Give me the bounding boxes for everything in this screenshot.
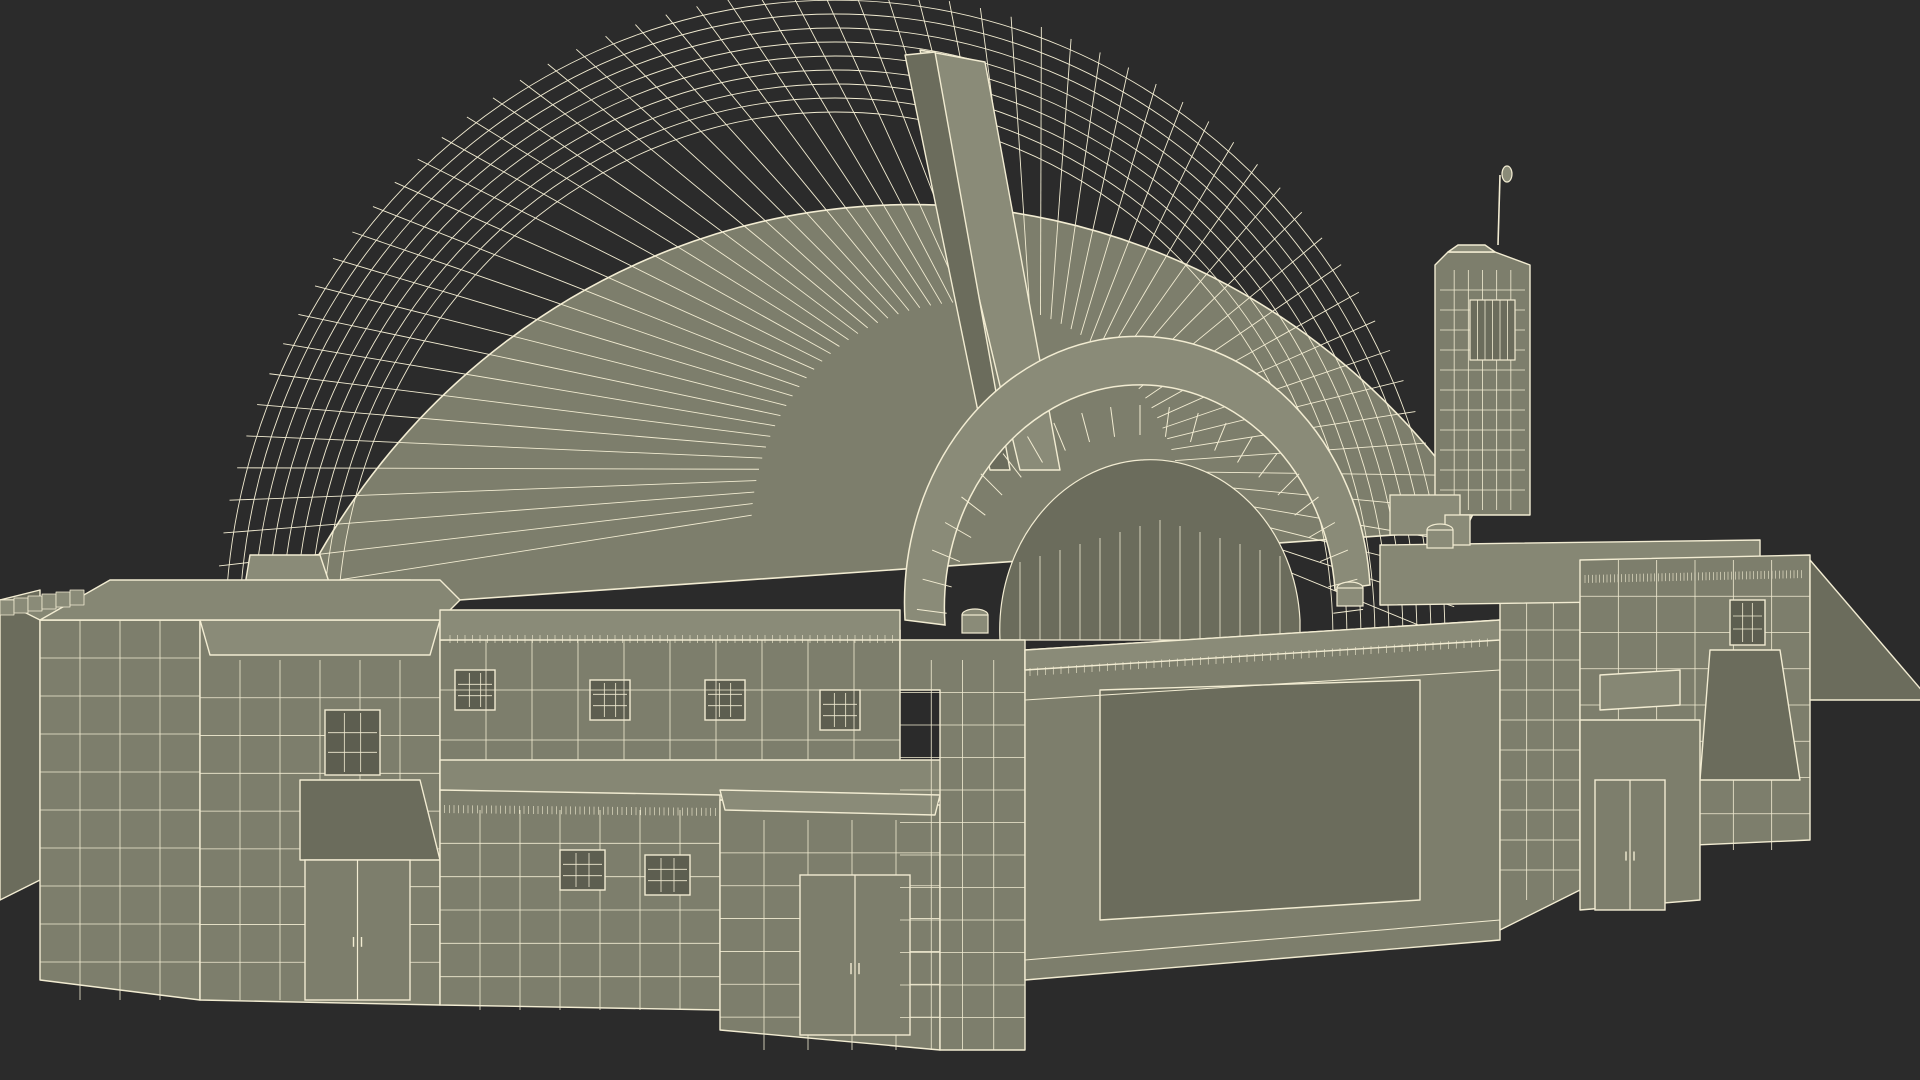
window xyxy=(324,709,381,776)
roof-vent-body xyxy=(1426,529,1454,549)
stair-fragment xyxy=(55,591,71,608)
stair-fragment xyxy=(13,597,29,614)
roof-vent-body xyxy=(1336,587,1364,607)
window xyxy=(1729,599,1766,646)
stair-fragment xyxy=(27,595,43,612)
tower-finial xyxy=(1501,165,1513,183)
window-frame xyxy=(324,709,381,776)
window xyxy=(644,854,691,896)
window xyxy=(704,679,746,721)
building-wireframe-render xyxy=(0,0,1920,1051)
far-left-block xyxy=(0,589,41,901)
central-facade xyxy=(899,599,1581,1051)
roof-vent-body xyxy=(961,614,989,634)
window-frame xyxy=(644,854,691,896)
dome-outer-shell xyxy=(293,203,1476,611)
tower-mast xyxy=(1497,174,1501,246)
left-wing-building xyxy=(0,554,961,1051)
center-pier-right xyxy=(1499,599,1581,931)
right-ground-plane xyxy=(1809,559,1920,701)
left-tower-cornice xyxy=(199,619,441,656)
window-frame xyxy=(704,679,746,721)
center-panel xyxy=(1099,679,1421,921)
tower-cap xyxy=(1447,244,1496,253)
window-frame xyxy=(559,849,606,891)
stair-fragment xyxy=(0,599,15,616)
double-door xyxy=(304,859,411,1001)
stair-fragment xyxy=(69,589,85,606)
half-dome-shell xyxy=(216,0,1476,641)
double-door xyxy=(1594,779,1666,911)
right-balcony xyxy=(1599,669,1681,711)
render-viewport xyxy=(0,0,1920,1080)
window-frame xyxy=(1729,599,1766,646)
clock-tower xyxy=(1434,165,1531,516)
courtyard-cornice xyxy=(439,609,901,641)
left-chimney-face xyxy=(299,779,441,861)
window xyxy=(559,849,606,891)
arch-block-line xyxy=(1333,608,1364,614)
double-door xyxy=(799,874,911,1036)
lower-mid-cornice xyxy=(719,789,941,816)
left-roof-deck xyxy=(39,579,461,621)
stair-fragment xyxy=(41,593,57,610)
